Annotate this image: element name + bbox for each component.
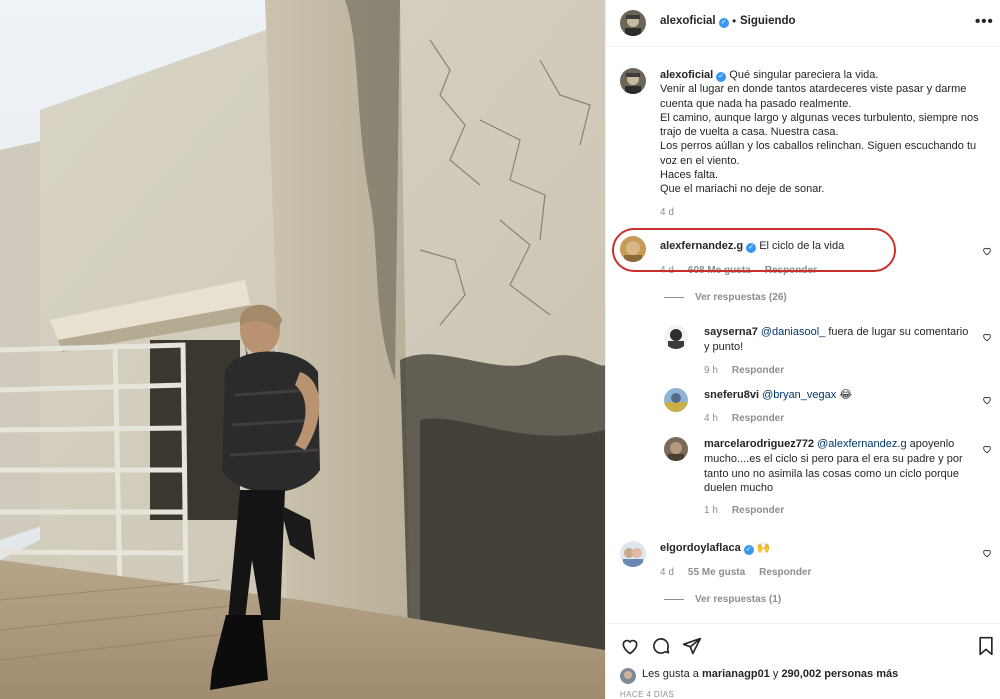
comment-likes[interactable]: 55 Me gusta — [688, 567, 745, 578]
heart-icon[interactable] — [620, 636, 640, 656]
caption-line: Venir al lugar en donde tantos atardecer… — [660, 83, 967, 110]
heart-icon[interactable] — [982, 246, 992, 256]
reply-button[interactable]: Responder — [732, 365, 784, 376]
heart-icon[interactable] — [982, 444, 992, 454]
view-replies-button[interactable]: Ver respuestas (1) — [664, 594, 781, 605]
replies-line — [664, 598, 684, 600]
commenter-username[interactable]: sayserna7 — [704, 326, 758, 338]
author-username[interactable]: alexoficial ✓ — [660, 15, 729, 28]
comment-time: 1 h — [704, 505, 718, 516]
more-options-icon[interactable]: ••• — [975, 13, 994, 30]
mention-link[interactable]: @alexfernandez.g — [817, 438, 906, 450]
commenter-avatar[interactable] — [664, 325, 688, 349]
post-panel: alexoficial ✓ • Siguiendo ••• alexoficial… — [605, 0, 1000, 699]
caption-line: Que el mariachi no deje de sonar. — [660, 183, 825, 196]
reply-button[interactable]: Responder — [732, 413, 784, 424]
liker-username[interactable]: marianagp01 — [702, 668, 770, 680]
verified-icon: ✓ — [743, 545, 754, 555]
commenter-username[interactable]: elgordoylaflaca — [660, 542, 741, 554]
caption-line: El camino, aunque largo y algunas veces … — [660, 111, 979, 139]
follow-status-button[interactable]: Siguiendo — [740, 15, 796, 27]
verified-icon: ✓ — [718, 18, 729, 28]
post-caption: alexoficial ✓ Qué singular pareciera la v… — [660, 68, 992, 197]
highlight-circle — [612, 228, 896, 272]
commenter-username[interactable]: marcelarodriguez772 — [704, 438, 814, 450]
commenter-username[interactable]: sneferu8vi — [704, 389, 759, 401]
comment-text: 🙌 — [756, 542, 771, 554]
post-photo[interactable] — [0, 0, 605, 699]
post-actions — [606, 623, 1000, 665]
share-icon[interactable] — [682, 636, 702, 656]
reply-button[interactable]: Responder — [759, 567, 811, 578]
comment-meta: 9 h Responder — [704, 365, 784, 376]
mention-link[interactable]: @bryan_vegax — [762, 389, 836, 401]
reply-button[interactable]: Responder — [732, 505, 784, 516]
comment-meta: 4 h Responder — [704, 413, 784, 424]
comment-time: 4 d — [660, 567, 674, 578]
comment-time: 9 h — [704, 365, 718, 376]
liker-avatar[interactable] — [620, 668, 636, 684]
comment-meta: 1 h Responder — [704, 505, 784, 516]
comment-text: 😂 — [836, 389, 853, 401]
likes-prefix: Les gusta a — [642, 668, 702, 680]
caption-time: 4 d — [660, 207, 674, 218]
likes-mid: y — [769, 668, 782, 680]
comment-icon[interactable] — [651, 636, 671, 656]
replies-line — [664, 296, 684, 298]
post-header: alexoficial ✓ • Siguiendo ••• — [606, 0, 1000, 47]
likes-count[interactable]: 290,002 personas más — [781, 668, 898, 680]
caption-avatar[interactable] — [620, 68, 646, 94]
caption-line: Qué singular pareciera la vida. — [729, 69, 879, 81]
caption-line: Los perros aúllan y los caballos relinch… — [660, 140, 977, 167]
heart-icon[interactable] — [982, 332, 992, 342]
photo-illustration — [0, 0, 605, 699]
commenter-avatar[interactable] — [664, 388, 688, 412]
heart-icon[interactable] — [982, 548, 992, 558]
separator-dot: • — [732, 14, 737, 28]
likes-summary[interactable]: Les gusta a marianagp01 y 290,002 person… — [642, 668, 898, 680]
heart-icon[interactable] — [982, 395, 992, 405]
comment-meta: 4 d 55 Me gusta Responder — [660, 567, 811, 578]
posted-timestamp: HACE 4 DÍAS — [620, 690, 675, 699]
verified-icon: ✓ — [716, 72, 727, 82]
author-avatar[interactable] — [620, 10, 646, 36]
caption-username[interactable]: alexoficial — [660, 69, 713, 81]
view-replies-button[interactable]: Ver respuestas (26) — [664, 292, 787, 303]
mention-link[interactable]: @daniasool_ — [761, 326, 825, 338]
commenter-avatar[interactable] — [620, 541, 646, 567]
bookmark-icon[interactable] — [976, 636, 996, 656]
commenter-avatar[interactable] — [664, 437, 688, 461]
caption-line: Haces falta. — [660, 169, 719, 182]
comment-time: 4 h — [704, 413, 718, 424]
